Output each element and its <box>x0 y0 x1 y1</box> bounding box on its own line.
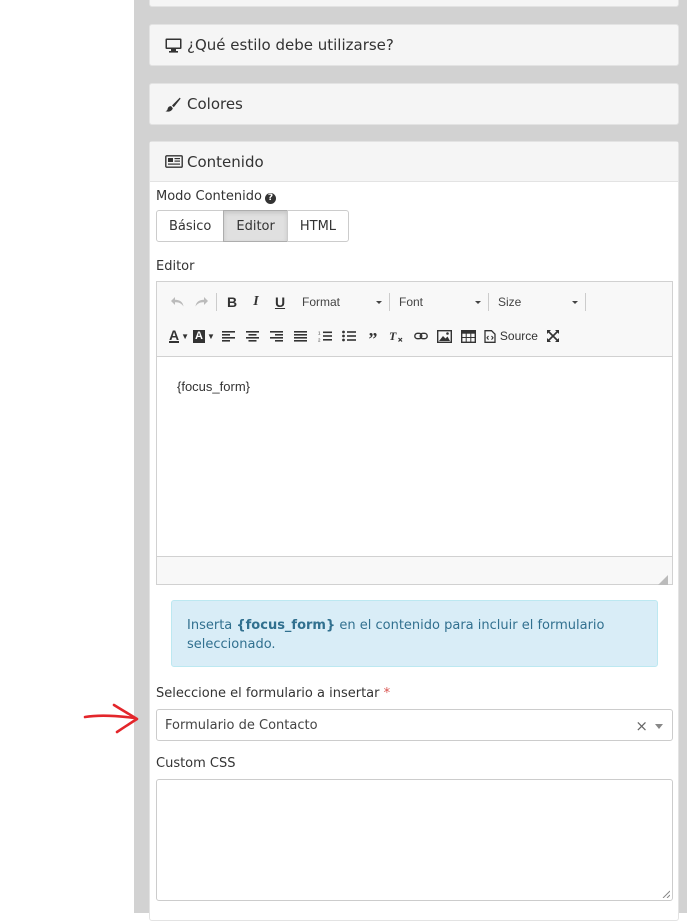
section-style-title: ¿Qué estilo debe utilizarse? <box>187 36 394 54</box>
source-file-icon <box>484 329 496 343</box>
annotation-arrow-icon <box>83 703 139 734</box>
info-alert-token: {focus_form} <box>236 618 336 633</box>
section-content: Contenido Modo Contenido? Básico Editor … <box>149 141 679 921</box>
chevron-down-icon[interactable] <box>655 724 663 729</box>
section-colors-title: Colores <box>187 95 243 113</box>
bold-button[interactable]: B <box>220 290 244 314</box>
chevron-down-icon <box>572 300 578 304</box>
editor-toolbar-row-2: A ▼ A ▼ 12 ” T Source <box>167 321 565 351</box>
mode-basic-button[interactable]: Básico <box>156 210 225 242</box>
section-content-title: Contenido <box>187 152 264 171</box>
image-icon[interactable] <box>433 324 457 348</box>
align-justify-icon[interactable] <box>289 324 313 348</box>
chevron-down-icon: ▼ <box>207 331 215 341</box>
editor-toolbar-row-1: B I U Format Font Size <box>165 287 589 317</box>
toolbar-separator <box>389 293 390 311</box>
custom-css-label: Custom CSS <box>156 756 236 771</box>
format-dropdown[interactable]: Format <box>296 290 386 314</box>
source-button-label: Source <box>499 329 538 343</box>
custom-css-textarea[interactable] <box>156 779 673 901</box>
numbered-list-icon[interactable]: 12 <box>313 324 337 348</box>
align-right-icon[interactable] <box>265 324 289 348</box>
section-colors-header[interactable]: Colores <box>149 83 679 125</box>
form-select-label-text: Seleccione el formulario a insertar <box>156 686 380 701</box>
size-dropdown[interactable]: Size <box>492 290 582 314</box>
underline-button[interactable]: U <box>268 290 292 314</box>
clear-icon[interactable]: × <box>635 717 648 735</box>
toolbar-separator <box>488 293 489 311</box>
form-select-value: Formulario de Contacto <box>165 717 318 733</box>
required-asterisk: * <box>383 686 391 701</box>
size-dropdown-label: Size <box>498 295 522 309</box>
background-color-icon: A <box>193 329 205 343</box>
svg-text:2: 2 <box>318 338 321 343</box>
table-icon[interactable] <box>457 324 481 348</box>
source-button[interactable]: Source <box>481 324 541 348</box>
background-color-button[interactable]: A ▼ <box>191 324 217 348</box>
collapsed-panel-stub <box>149 0 679 7</box>
format-dropdown-label: Format <box>302 295 341 309</box>
bullet-list-icon[interactable] <box>337 324 361 348</box>
rich-text-editor: B I U Format Font Size A ▼ A ▼ 1 2 ” T S… <box>156 281 673 585</box>
svg-text:1: 1 <box>318 331 321 336</box>
chevron-down-icon <box>475 300 481 304</box>
link-icon[interactable] <box>409 324 433 348</box>
newspaper-icon <box>165 154 184 170</box>
align-left-icon[interactable] <box>217 324 241 348</box>
content-mode-label-text: Modo Contenido <box>156 189 262 204</box>
paintbrush-icon <box>165 96 183 112</box>
font-dropdown[interactable]: Font <box>393 290 485 314</box>
chevron-down-icon: ▼ <box>181 331 190 341</box>
mode-html-button[interactable]: HTML <box>286 210 350 242</box>
section-style-header[interactable]: ¿Qué estilo debe utilizarse? <box>149 24 679 66</box>
maximize-icon[interactable] <box>541 324 565 348</box>
resize-handle-icon[interactable] <box>662 890 670 898</box>
editor-content-area[interactable]: {focus_form} <box>157 356 672 557</box>
info-alert-prefix: Inserta <box>187 618 237 633</box>
monitor-icon <box>165 37 183 53</box>
clear-format-icon[interactable]: T <box>385 324 409 348</box>
text-color-button[interactable]: A ▼ <box>167 324 191 348</box>
undo-icon[interactable] <box>165 290 189 314</box>
redo-icon[interactable] <box>189 290 213 314</box>
mode-editor-button[interactable]: Editor <box>223 210 288 242</box>
svg-text:T: T <box>389 330 397 343</box>
font-dropdown-label: Font <box>399 295 424 309</box>
resize-handle-icon[interactable] <box>658 570 668 585</box>
toolbar-separator <box>216 293 217 311</box>
editor-label: Editor <box>156 259 195 274</box>
info-alert: Inserta {focus_form} en el contenido par… <box>171 600 658 667</box>
blockquote-icon[interactable]: ” <box>361 324 385 349</box>
section-content-header[interactable]: Contenido <box>150 142 678 182</box>
content-mode-toggle: Básico Editor HTML <box>156 210 350 242</box>
toolbar-separator <box>585 293 586 311</box>
align-center-icon[interactable] <box>241 324 265 348</box>
italic-button[interactable]: I <box>244 290 268 314</box>
content-mode-label: Modo Contenido? <box>156 189 276 204</box>
editor-body-text: {focus_form} <box>177 379 250 394</box>
form-select-label: Seleccione el formulario a insertar * <box>156 686 390 701</box>
question-circle-icon[interactable]: ? <box>264 193 276 204</box>
chevron-down-icon <box>376 300 382 304</box>
form-select[interactable]: Formulario de Contacto × <box>156 709 673 741</box>
text-color-icon: A <box>169 327 180 343</box>
